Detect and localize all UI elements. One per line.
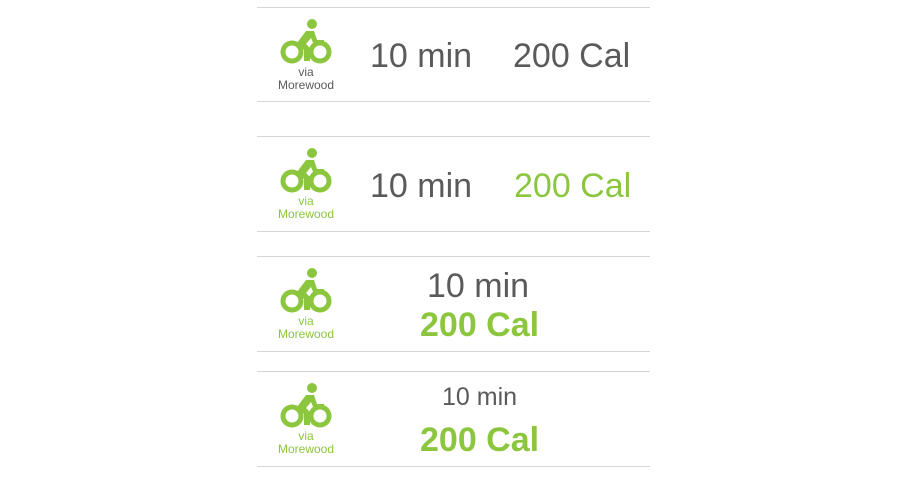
route-info: via Morewood xyxy=(271,147,341,221)
bicycle-icon xyxy=(280,383,332,428)
route-name: Morewood xyxy=(277,78,335,92)
route-card-2[interactable]: via Morewood 10 min 200 Cal xyxy=(257,136,650,232)
route-card-4[interactable]: via Morewood 10 min 200 Cal xyxy=(257,371,650,467)
calories-text: 200 Cal xyxy=(513,37,631,75)
route-name: Morewood xyxy=(277,442,335,456)
bicycle-icon xyxy=(280,19,332,64)
calories-text: 200 Cal xyxy=(420,421,540,459)
route-info: via Morewood xyxy=(271,18,341,92)
duration-text: 10 min xyxy=(370,37,473,75)
bicycle-icon xyxy=(280,148,332,193)
route-name: Morewood xyxy=(277,207,335,221)
calories-text: 200 Cal xyxy=(514,167,632,205)
duration-text: 10 min xyxy=(427,267,530,305)
duration-text: 10 min xyxy=(370,167,473,205)
route-info: via Morewood xyxy=(271,382,341,456)
route-card-3[interactable]: via Morewood 10 min 200 Cal xyxy=(257,256,650,352)
route-name: Morewood xyxy=(277,327,335,341)
route-card-1[interactable]: via Morewood 10 min 200 Cal xyxy=(257,7,650,102)
bicycle-icon xyxy=(280,268,332,313)
calories-text: 200 Cal xyxy=(420,306,540,344)
duration-text: 10 min xyxy=(442,383,518,411)
route-info: via Morewood xyxy=(271,267,341,341)
